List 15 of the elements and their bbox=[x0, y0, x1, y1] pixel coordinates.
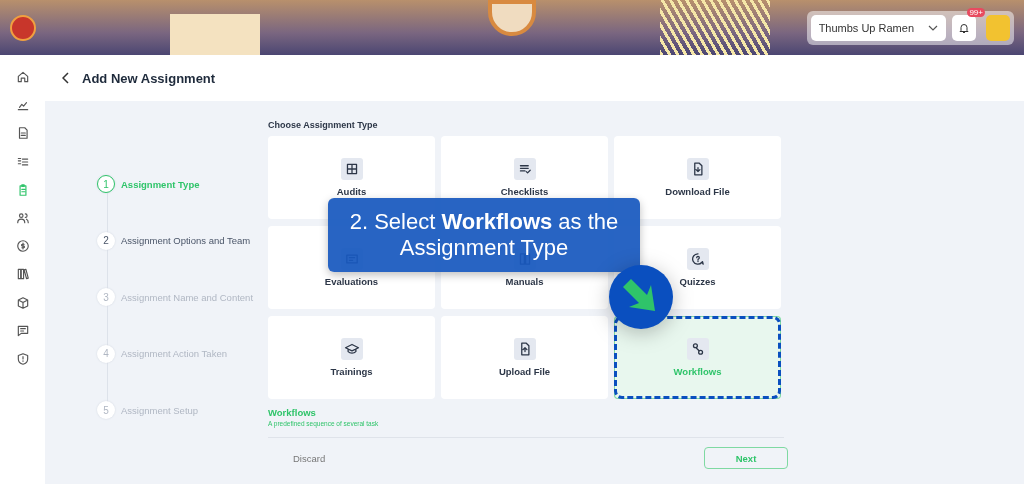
notification-badge: 99+ bbox=[967, 7, 985, 17]
step-number: 5 bbox=[97, 401, 115, 419]
step-label: Assignment Action Taken bbox=[121, 348, 227, 359]
step-number: 4 bbox=[97, 344, 115, 363]
step-number: 2 bbox=[97, 231, 115, 250]
step-number: 3 bbox=[97, 288, 115, 306]
step-label: Assignment Name and Content bbox=[121, 291, 254, 303]
section-heading: Choose Assignment Type bbox=[268, 120, 379, 130]
step-label: Assignment Options and Team bbox=[121, 235, 251, 246]
step-label: Assignment Type bbox=[121, 178, 200, 190]
tutorial-tooltip: 2. Select Workflows as the Assignment Type bbox=[328, 198, 640, 272]
page-title: Add New Assignment bbox=[82, 70, 216, 86]
step-label: Assignment Setup bbox=[121, 404, 199, 416]
step-number: 1 bbox=[97, 175, 115, 193]
description-title: Workflows bbox=[268, 407, 317, 418]
